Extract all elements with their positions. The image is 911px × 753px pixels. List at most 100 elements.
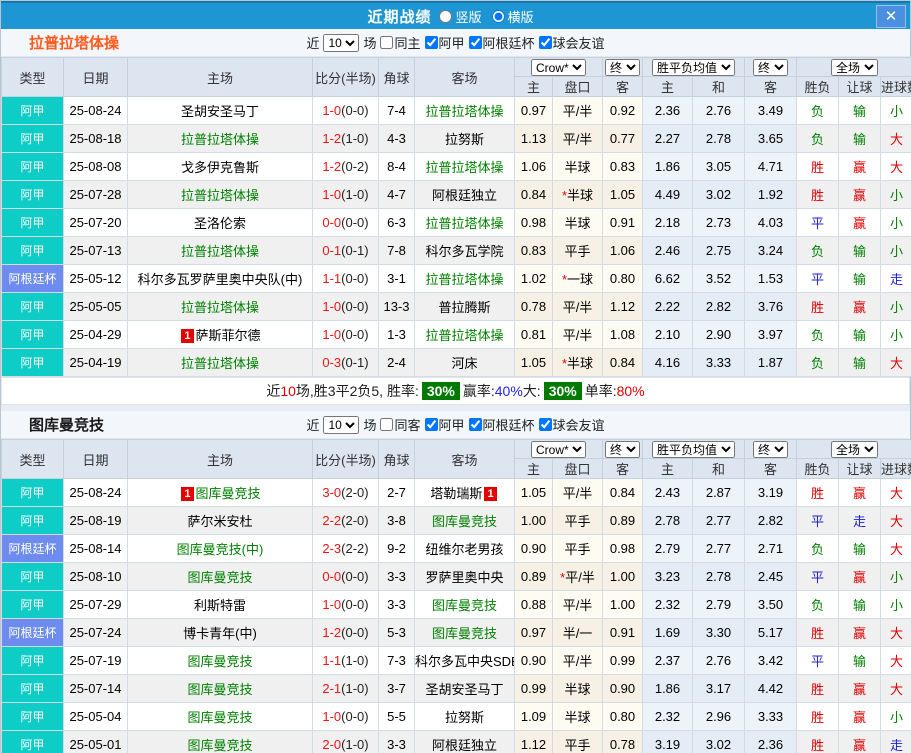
wdl-result-cell: 胜: [796, 292, 839, 321]
goals-result-cell: 小: [880, 292, 911, 321]
away-team-name: 拉普拉塔体操: [425, 104, 504, 119]
corner-cell: 2-7: [378, 478, 415, 507]
corner-cell: 1-3: [378, 320, 415, 349]
handicap-cell: *半球: [552, 180, 603, 209]
home-team-cell: 图库曼竞技: [127, 674, 313, 703]
wdl-result-cell: 胜: [796, 730, 839, 753]
horizontal-radio-input[interactable]: [491, 9, 505, 23]
mean-away-cell: 2.45: [744, 562, 797, 591]
match-type-cell: 阿甲: [1, 674, 64, 703]
away-odds-cell: 0.80: [602, 702, 643, 731]
league-aj-checkbox[interactable]: 阿甲: [424, 415, 465, 434]
corner-cell: 7-8: [378, 236, 415, 265]
home-team-cell: 图库曼竞技(中): [127, 534, 313, 563]
layout-horizontal-radio[interactable]: 横版: [491, 7, 534, 26]
mean-home-cell: 2.36: [642, 96, 693, 125]
home-team-name: 图库曼竞技: [195, 486, 261, 501]
goals-result-cell: 大: [880, 674, 911, 703]
mean-away-cell: 3.24: [744, 236, 797, 265]
handicap-text: 半球: [564, 160, 591, 175]
match-date-cell: 25-05-01: [63, 730, 128, 753]
score-cell: 1-0(0-0): [312, 292, 379, 321]
home-odds-cell: 1.13: [514, 124, 553, 153]
handicap-result-cell: 赢: [838, 208, 881, 237]
mean-home-cell: 1.86: [642, 674, 693, 703]
away-odds-cell: 0.91: [602, 208, 643, 237]
mean-home-cell: 2.32: [642, 702, 693, 731]
fulltime-score: 1-2: [322, 625, 342, 640]
handicap-cell: 半/一: [552, 618, 603, 647]
away-team-name: 圣胡安圣马丁: [425, 682, 504, 697]
vertical-radio-input[interactable]: [439, 9, 453, 23]
same-away-checkbox[interactable]: 同客: [380, 415, 421, 434]
corner-cell: 9-2: [378, 534, 415, 563]
summary-text: 大:: [522, 383, 541, 399]
match-type-cell: 阿甲: [1, 646, 64, 675]
fulltime-score: 0-0: [322, 569, 342, 584]
home-team-name: 图库曼竞技: [187, 738, 253, 753]
mean-select[interactable]: 胜平负均值: [652, 440, 735, 458]
league-friendly-checkbox[interactable]: 球会友谊: [538, 415, 605, 434]
away-team-name: 普拉腾斯: [438, 300, 491, 315]
away-team-name: 图库曼竞技: [431, 598, 497, 613]
match-date-cell: 25-07-14: [63, 674, 128, 703]
handicap-cell: *平/半: [552, 562, 603, 591]
rank-badge: 1: [484, 487, 497, 501]
mean-away-cell: 1.92: [744, 180, 797, 209]
home-team-name: 图库曼竞技: [187, 570, 253, 585]
handicap-result-cell: 赢: [838, 702, 881, 731]
away-team-name: 图库曼竞技: [431, 514, 497, 529]
table-row: 阿甲 25-08-08 戈多伊克鲁斯 1-2(0-2) 8-4 拉普拉塔体操 1.06 半球 0…: [1, 152, 911, 181]
final-mean-header: 终: [744, 439, 797, 459]
home-team-cell: 1 萨斯菲尔德: [127, 320, 313, 349]
match-count-select[interactable]: 10: [323, 415, 360, 434]
layout-vertical-radio[interactable]: 竖版: [439, 7, 482, 26]
close-icon[interactable]: ✕: [876, 5, 906, 28]
fulltime-score: 1-0: [322, 299, 342, 314]
home-odds-cell: 0.88: [514, 590, 553, 619]
col-type: 类型: [1, 57, 64, 97]
odds-company-select[interactable]: Crow*: [531, 440, 586, 458]
final-odds-select[interactable]: 终: [605, 58, 640, 76]
final-mean-select[interactable]: 终: [753, 440, 788, 458]
corner-cell: 7-4: [378, 96, 415, 125]
league-aj-checkbox[interactable]: 阿甲: [424, 33, 465, 52]
mean-away-cell: 3.50: [744, 590, 797, 619]
handicap-result-cell: 输: [838, 124, 881, 153]
score-cell: 0-1(0-1): [312, 236, 379, 265]
away-odds-cell: 0.89: [602, 506, 643, 535]
col-score: 比分(半场): [312, 439, 379, 479]
handicap-text: 平手: [564, 514, 591, 529]
away-team-cell: 圣胡安圣马丁: [414, 674, 515, 703]
mean-away-cell: 4.03: [744, 208, 797, 237]
final-mean-select[interactable]: 终: [753, 58, 788, 76]
mean-home-cell: 2.22: [642, 292, 693, 321]
away-team-name: 罗萨里奥中央: [425, 570, 504, 585]
mean-away-cell: 1.87: [744, 348, 797, 377]
corner-cell: 3-3: [378, 590, 415, 619]
league-cup-checkbox[interactable]: 阿根廷杯: [468, 33, 535, 52]
match-date-cell: 25-04-29: [63, 320, 128, 349]
same-home-checkbox[interactable]: 同主: [380, 33, 421, 52]
home-team-name: 利斯特雷: [193, 598, 246, 613]
fulltime-score: 3-0: [322, 485, 342, 500]
goals-result-cell: 大: [880, 646, 911, 675]
match-type-cell: 阿甲: [1, 320, 64, 349]
goals-result-cell: 小: [880, 590, 911, 619]
match-count-select[interactable]: 10: [323, 33, 360, 52]
mean-select[interactable]: 胜平负均值: [652, 58, 735, 76]
goals-result-cell: 小: [880, 208, 911, 237]
league-friendly-checkbox[interactable]: 球会友谊: [538, 33, 605, 52]
home-odds-cell: 1.05: [514, 478, 553, 507]
league-cup-checkbox[interactable]: 阿根廷杯: [468, 415, 535, 434]
fullmatch-select[interactable]: 全场: [831, 58, 878, 76]
fullmatch-select[interactable]: 全场: [831, 440, 878, 458]
matches-table: 类型 日期 主场 比分(半场) 角球 客场 Crow* 终 胜平负均值 终 全场…: [1, 439, 911, 753]
home-team-cell: 博卡青年(中): [127, 618, 313, 647]
halftime-score: (0-1): [341, 243, 369, 258]
goals-result-cell: 大: [880, 534, 911, 563]
final-odds-select[interactable]: 终: [605, 440, 640, 458]
odds-company-select[interactable]: Crow*: [531, 58, 586, 76]
halftime-score: (0-2): [341, 159, 369, 174]
score-cell: 1-0(0-0): [312, 96, 379, 125]
